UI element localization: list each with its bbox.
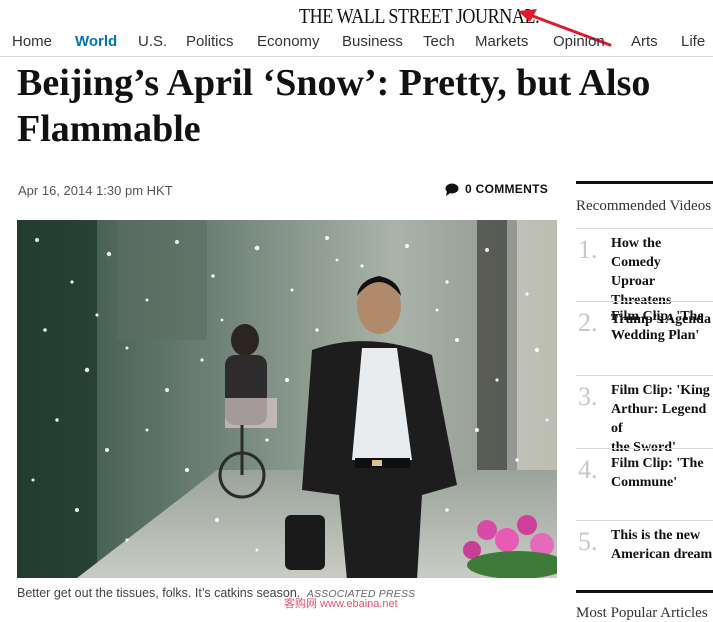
comments-link[interactable]: 0 COMMENTS [445, 182, 548, 196]
nav-life[interactable]: Life [681, 33, 705, 50]
video-item[interactable]: 5. This is the new American dream [576, 520, 713, 581]
video-rank: 5. [578, 527, 598, 556]
video-title[interactable]: Film Clip: 'The Commune' [611, 454, 713, 492]
nav-home[interactable]: Home [12, 33, 52, 50]
nav-us[interactable]: U.S. [138, 33, 167, 50]
video-item[interactable]: 1. How the Comedy Uproar Threatens Trump… [576, 228, 713, 327]
catkins-street-photo [17, 220, 557, 578]
comment-bubble-icon [445, 183, 459, 196]
video-title[interactable]: Film Clip: 'The Wedding Plan' [611, 307, 713, 345]
nav-economy[interactable]: Economy [257, 33, 320, 50]
video-rank: 1. [578, 235, 598, 264]
nav-arts[interactable]: Arts [631, 33, 658, 50]
nav-politics[interactable]: Politics [186, 33, 234, 50]
main-nav: Home World U.S. Politics Economy Busines… [0, 30, 713, 57]
nav-markets[interactable]: Markets [475, 33, 528, 50]
video-title[interactable]: Film Clip: 'King Arthur: Legend of the S… [611, 381, 713, 457]
video-rank: 2. [578, 308, 598, 337]
recommended-videos-title: Recommended Videos [576, 198, 712, 214]
nav-opinion[interactable]: Opinion [553, 33, 605, 50]
watermark-text: 客购网 www.ebaina.net [284, 598, 398, 610]
video-rank: 4. [578, 455, 598, 484]
recommended-videos-panel: Recommended Videos 1. How the Comedy Upr… [576, 181, 713, 562]
video-title[interactable]: This is the new American dream [611, 526, 713, 564]
comments-count: 0 COMMENTS [465, 182, 549, 196]
masthead: THE WALL STREET JOURNAL. [0, 0, 713, 47]
article-photo [17, 220, 557, 578]
caption-text: Better get out the tissues, folks. It’s … [17, 586, 301, 600]
nav-tech[interactable]: Tech [423, 33, 455, 50]
video-item[interactable]: 4. Film Clip: 'The Commune' [576, 448, 713, 520]
nav-business[interactable]: Business [342, 33, 403, 50]
video-rank: 3. [578, 382, 598, 411]
video-item[interactable]: 3. Film Clip: 'King Arthur: Legend of th… [576, 375, 713, 455]
video-item[interactable]: 2. Film Clip: 'The Wedding Plan' [576, 301, 713, 375]
most-popular-panel: Most Popular Articles [576, 590, 713, 621]
article-headline: Beijing’s April ‘Snow’: Pretty, but Also… [17, 62, 651, 150]
wsj-logo[interactable]: THE WALL STREET JOURNAL. [299, 4, 540, 29]
nav-world[interactable]: World [75, 33, 117, 50]
article-dateline: Apr 16, 2014 1:30 pm HKT [18, 183, 173, 198]
